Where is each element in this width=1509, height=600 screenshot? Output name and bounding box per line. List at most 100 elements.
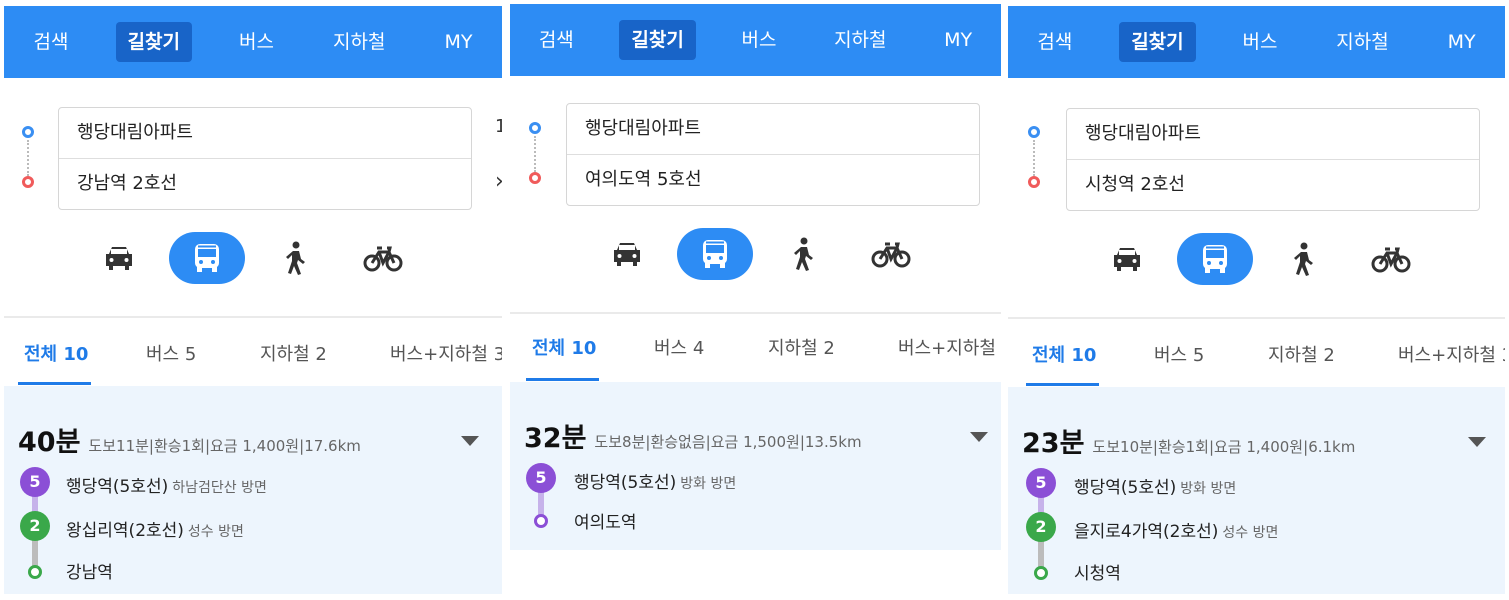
tab-bus[interactable]: 버스 5 bbox=[146, 340, 196, 366]
car-mode-button[interactable] bbox=[1089, 233, 1165, 285]
station-name: 행당역(5호선) bbox=[1074, 478, 1177, 498]
nav-subway[interactable]: 지하철 bbox=[1324, 22, 1400, 62]
nav-search[interactable]: 검색 bbox=[527, 20, 586, 60]
nav-my[interactable]: MY bbox=[1436, 22, 1488, 62]
nav-bus[interactable]: 버스 bbox=[1230, 22, 1289, 62]
bike-mode-button[interactable] bbox=[1353, 233, 1429, 285]
tab-subway[interactable]: 지하철 2 bbox=[768, 334, 835, 360]
direction: 방화 방면 bbox=[1180, 481, 1237, 497]
destination-field[interactable]: 시청역 2호선 bbox=[1067, 159, 1479, 210]
destination-dot-icon bbox=[529, 172, 541, 184]
direction: 하남검단산 방면 bbox=[172, 480, 267, 496]
car-icon bbox=[614, 243, 640, 266]
car-mode-button[interactable] bbox=[589, 228, 665, 280]
fare: 요금 1,400원 bbox=[1214, 438, 1304, 456]
route-result[interactable]: 32분 도보8분 | 환승없음 | 요금 1,500원 | 13.5km 5 행당역(… bbox=[510, 382, 1001, 550]
origin-dot-icon bbox=[1028, 126, 1040, 138]
route-panel-3: 검색 길찾기 버스 지하철 MY 행당대림아파트 시청역 2호선 전체 10 버… bbox=[1008, 6, 1505, 594]
chevron-right-icon[interactable]: › bbox=[495, 169, 502, 194]
tab-all[interactable]: 전체 10 bbox=[1032, 341, 1096, 367]
top-nav: 검색 길찾기 버스 지하철 MY bbox=[1008, 6, 1505, 78]
walk-mode-button[interactable] bbox=[257, 232, 333, 284]
swap-label[interactable]: 1 bbox=[495, 116, 502, 137]
route-dots bbox=[1028, 126, 1042, 188]
bike-mode-button[interactable] bbox=[853, 228, 929, 280]
origin-field[interactable]: 행당대림아파트 bbox=[1067, 109, 1479, 159]
station-name: 왕십리역(2호선) bbox=[66, 521, 184, 541]
route-tabs: 전체 10 버스 4 지하철 2 버스+지하철 4 bbox=[510, 312, 1001, 382]
nav-directions[interactable]: 길찾기 bbox=[619, 20, 696, 60]
route-result[interactable]: 23분 도보10분 | 환승1회 | 요금 1,400원 | 6.1km 5 2 행당… bbox=[1008, 387, 1505, 594]
bus-icon bbox=[703, 240, 727, 268]
destination-field[interactable]: 강남역 2호선 bbox=[59, 158, 471, 209]
tab-bus-subway[interactable]: 버스+지하철 3 bbox=[1398, 341, 1505, 367]
tab-subway[interactable]: 지하철 2 bbox=[260, 340, 327, 366]
total-time: 23분 bbox=[1022, 428, 1085, 459]
nav-subway[interactable]: 지하철 bbox=[321, 22, 397, 62]
step-station: 시청역 bbox=[1074, 559, 1121, 584]
route-summary: 23분 도보10분 | 환승1회 | 요금 1,400원 | 6.1km bbox=[1022, 421, 1355, 460]
origin-field[interactable]: 행당대림아파트 bbox=[59, 108, 471, 158]
arrival-dot-icon bbox=[28, 565, 42, 579]
walk-mode-button[interactable] bbox=[1265, 233, 1341, 285]
expand-caret-icon[interactable] bbox=[1468, 437, 1486, 447]
route-dots bbox=[529, 122, 543, 184]
nav-search[interactable]: 검색 bbox=[1025, 22, 1084, 62]
transport-modes bbox=[1089, 233, 1441, 285]
transfer-count: 환승1회 bbox=[1157, 438, 1209, 456]
bike-icon bbox=[363, 246, 403, 272]
arrival-dot-icon bbox=[1034, 566, 1048, 580]
nav-subway[interactable]: 지하철 bbox=[822, 20, 898, 60]
nav-bus[interactable]: 버스 bbox=[227, 22, 286, 62]
direction: 성수 방면 bbox=[187, 524, 244, 540]
step-station: 여의도역 bbox=[574, 508, 637, 533]
station-name: 여의도역 bbox=[574, 513, 637, 533]
walk-time: 도보10분 bbox=[1092, 438, 1153, 456]
transport-modes bbox=[589, 228, 941, 280]
bus-icon bbox=[1203, 245, 1227, 273]
station-name: 시청역 bbox=[1074, 564, 1121, 584]
distance: 13.5km bbox=[804, 433, 862, 451]
nav-my[interactable]: MY bbox=[932, 20, 984, 60]
transit-mode-button[interactable] bbox=[169, 232, 245, 284]
car-icon bbox=[1114, 248, 1140, 271]
tab-all[interactable]: 전체 10 bbox=[24, 340, 88, 366]
route-result[interactable]: 40분 도보11분 | 환승1회 | 요금 1,400원 | 17.6km 5 2 행… bbox=[4, 386, 502, 594]
route-panel-1: 검색 길찾기 버스 지하철 MY 행당대림아파트 강남역 2호선 1 › 전체 … bbox=[4, 6, 502, 594]
bike-mode-button[interactable] bbox=[345, 232, 421, 284]
destination-field[interactable]: 여의도역 5호선 bbox=[567, 154, 979, 205]
step-station: 행당역(5호선) 하남검단산 방면 bbox=[66, 472, 267, 497]
nav-bus[interactable]: 버스 bbox=[729, 20, 788, 60]
line-5-badge: 5 bbox=[20, 467, 50, 497]
expand-caret-icon[interactable] bbox=[970, 432, 988, 442]
station-name: 행당역(5호선) bbox=[574, 473, 677, 493]
step-station: 행당역(5호선) 방화 방면 bbox=[1074, 473, 1236, 498]
tab-subway[interactable]: 지하철 2 bbox=[1268, 341, 1335, 367]
tab-bus-subway[interactable]: 버스+지하철 4 bbox=[898, 334, 1001, 360]
transit-mode-button[interactable] bbox=[1177, 233, 1253, 285]
nav-my[interactable]: MY bbox=[432, 22, 484, 62]
distance: 17.6km bbox=[304, 437, 361, 455]
station-name: 행당역(5호선) bbox=[66, 477, 169, 497]
top-nav: 검색 길찾기 버스 지하철 MY bbox=[4, 6, 502, 78]
route-tabs: 전체 10 버스 5 지하철 2 버스+지하철 3 bbox=[1008, 319, 1505, 389]
walk-mode-button[interactable] bbox=[765, 228, 841, 280]
line-2-badge: 2 bbox=[1026, 512, 1056, 542]
route-panel-2: 검색 길찾기 버스 지하철 MY 행당대림아파트 여의도역 5호선 전체 10 … bbox=[510, 4, 1001, 594]
nav-search[interactable]: 검색 bbox=[22, 22, 81, 62]
direction: 방화 방면 bbox=[680, 476, 737, 492]
origin-field[interactable]: 행당대림아파트 bbox=[567, 104, 979, 154]
walk-time: 도보11분 bbox=[88, 437, 149, 455]
destination-dot-icon bbox=[1028, 176, 1040, 188]
nav-directions[interactable]: 길찾기 bbox=[115, 22, 192, 62]
transit-mode-button[interactable] bbox=[677, 228, 753, 280]
car-mode-button[interactable] bbox=[81, 232, 157, 284]
nav-directions[interactable]: 길찾기 bbox=[1119, 22, 1196, 62]
tab-bus[interactable]: 버스 4 bbox=[654, 334, 704, 360]
tab-all[interactable]: 전체 10 bbox=[532, 334, 596, 360]
tab-bus-subway[interactable]: 버스+지하철 3 bbox=[390, 340, 502, 366]
expand-caret-icon[interactable] bbox=[461, 436, 479, 446]
fare: 요금 1,500원 bbox=[710, 433, 800, 451]
tab-bus[interactable]: 버스 5 bbox=[1154, 341, 1204, 367]
route-dash bbox=[534, 136, 536, 172]
